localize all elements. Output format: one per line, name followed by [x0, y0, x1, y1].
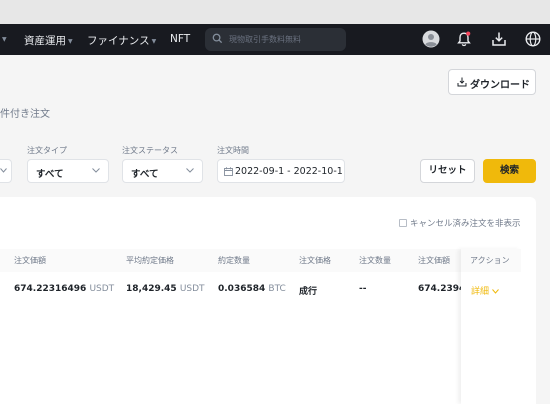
- column-header: 注文価格: [299, 256, 331, 265]
- table-header: 注文価額 平均約定価格 約定数量 注文価格 注文数量 注文価額: [0, 249, 536, 272]
- search-icon: [212, 33, 223, 44]
- user-avatar-icon[interactable]: [422, 30, 440, 48]
- column-header: 平均約定価格: [126, 256, 174, 265]
- filled-qty: 0.036584: [218, 284, 266, 294]
- reset-button[interactable]: リセット: [420, 159, 475, 183]
- chevron-down-icon: [492, 289, 499, 294]
- download-button-label: ダウンロード: [470, 80, 530, 91]
- order-value-cell: 674.22316496 USDT: [14, 284, 114, 294]
- avg-price-unit: USDT: [179, 284, 205, 294]
- order-status-value: すべて: [131, 169, 159, 180]
- nav-item-label: 資産運用: [24, 35, 66, 47]
- search-input[interactable]: 現物取引手数料無料: [205, 28, 346, 51]
- hide-cancelled-checkbox[interactable]: キャンセル済み注文を非表示: [399, 217, 521, 229]
- action-column: アクション 詳細: [461, 249, 521, 404]
- chevron-down-icon: ▼: [68, 37, 73, 45]
- nav-item-label: NFT: [170, 33, 191, 45]
- order-qty-cell: --: [359, 284, 367, 294]
- nav-item-finance[interactable]: ファイナンス ▼: [87, 33, 156, 48]
- column-header: アクション: [470, 256, 510, 265]
- order-time-value: 2022-09-1 - 2022-10-1: [235, 166, 343, 177]
- order-type-label: 注文タイプ: [27, 146, 67, 155]
- avg-price: 18,429.45: [126, 284, 177, 294]
- column-header: 注文価額: [14, 256, 46, 265]
- filled-qty-unit: BTC: [268, 284, 286, 294]
- top-navbar: ▼ 資産運用 ▼ ファイナンス ▼ NFT 現物取引手数料無料: [0, 24, 550, 55]
- nav-item-partial-caret[interactable]: ▼: [0, 33, 7, 45]
- chevron-down-icon: ▼: [151, 37, 157, 45]
- tab-conditional-orders[interactable]: 件付き注文: [0, 105, 50, 120]
- column-header: 注文価額: [418, 256, 450, 265]
- order-type-select[interactable]: すべて: [27, 159, 109, 183]
- nav-item-asset-management[interactable]: 資産運用 ▼: [24, 33, 73, 48]
- details-link[interactable]: 詳細: [471, 284, 499, 297]
- order-total-cell: 674.2394: [418, 284, 466, 294]
- column-header: 注文数量: [359, 256, 391, 265]
- filled-qty-cell: 0.036584 BTC: [218, 284, 286, 294]
- bell-icon[interactable]: [455, 30, 473, 48]
- hide-cancelled-label: キャンセル済み注文を非表示: [410, 219, 521, 229]
- order-value: 674.22316496: [14, 284, 87, 294]
- order-type-value: すべて: [36, 169, 64, 180]
- order-time-range-picker[interactable]: 2022-09-1 - 2022-10-1: [217, 159, 345, 183]
- order-status-select[interactable]: すべて: [122, 159, 203, 183]
- details-link-label: 詳細: [471, 287, 490, 297]
- nav-item-nft[interactable]: NFT: [170, 33, 190, 45]
- order-price-cell: 成行: [299, 287, 318, 297]
- download-button[interactable]: ダウンロード: [448, 69, 536, 95]
- chevron-down-icon: [186, 168, 194, 173]
- avg-price-cell: 18,429.45 USDT: [126, 284, 205, 294]
- partial-filter-select[interactable]: [0, 159, 12, 183]
- chevron-down-icon: [92, 168, 100, 173]
- search-button[interactable]: 検索: [483, 159, 536, 183]
- order-status-label: 注文ステータス: [122, 146, 178, 155]
- column-header: 約定数量: [218, 256, 250, 265]
- search-placeholder: 現物取引手数料無料: [229, 35, 301, 44]
- main-content: ダウンロード 件付き注文 注文タイプ すべて 注文ステータス すべて 注文時間 …: [0, 55, 550, 404]
- table-right-edge: [521, 249, 536, 404]
- chevron-down-icon: [0, 168, 7, 173]
- orders-table-card: キャンセル済み注文を非表示 注文価額 平均約定価格 約定数量 注文価格 注文数量…: [0, 197, 536, 404]
- browser-top-strip: [0, 0, 550, 24]
- nav-item-label: ファイナンス: [87, 35, 150, 47]
- download-icon: [457, 77, 467, 87]
- calendar-icon: [224, 167, 233, 176]
- checkbox-icon: [399, 219, 407, 227]
- order-time-label: 注文時間: [217, 146, 249, 155]
- download-icon[interactable]: [490, 30, 508, 48]
- order-value-unit: USDT: [89, 284, 115, 294]
- globe-icon[interactable]: [524, 30, 542, 48]
